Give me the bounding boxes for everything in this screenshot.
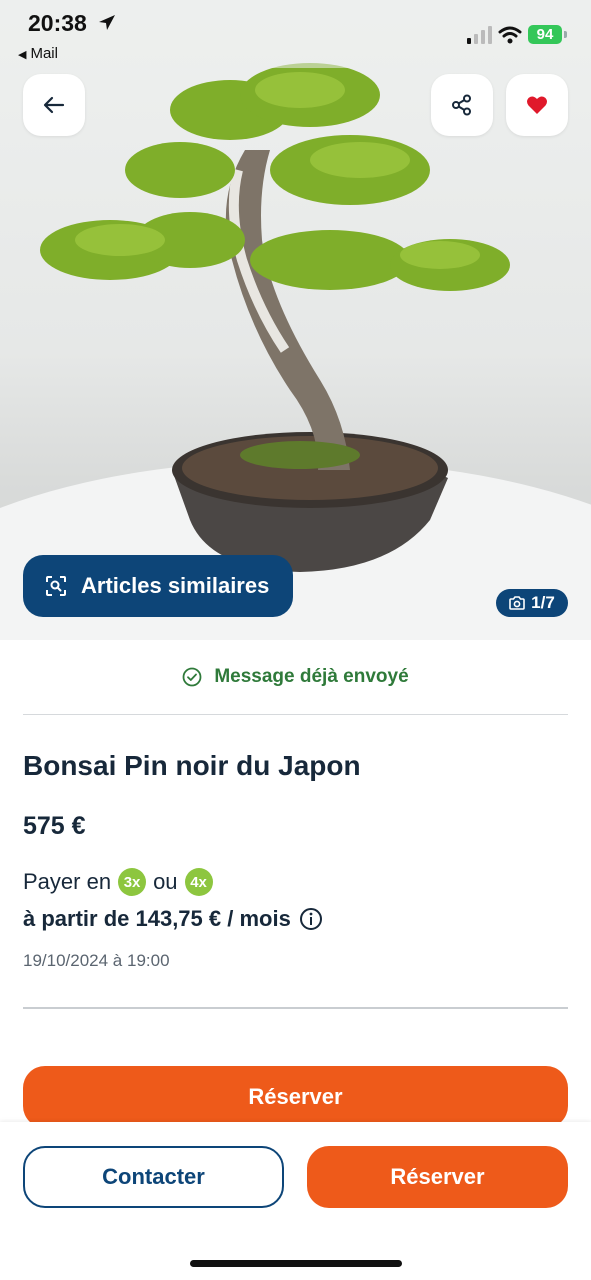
battery-cap: [564, 31, 567, 38]
back-app-label: Mail: [30, 45, 58, 62]
installment-3x-badge: 3x: [118, 868, 147, 896]
photo-counter-label: 1/7: [531, 593, 555, 612]
message-sent-status: Message déjà envoyé: [0, 660, 591, 694]
installment-4x-badge: 4x: [184, 868, 213, 896]
camera-icon: [509, 596, 525, 610]
monthly-price: à partir de 143,75 € / mois: [23, 906, 323, 932]
product-photo[interactable]: 20:38 ◀ Mail 94 Articles similaires 1/7: [0, 0, 591, 640]
back-triangle-icon: ◀: [18, 49, 27, 61]
favorite-button[interactable]: [506, 74, 568, 136]
status-bar: 20:38 ◀ Mail 94: [0, 0, 591, 68]
back-button[interactable]: [23, 74, 85, 136]
arrow-left-icon: [43, 96, 65, 114]
wifi-icon: [498, 26, 522, 44]
share-button[interactable]: [431, 74, 493, 136]
bonsai-image: [0, 63, 591, 640]
contact-button[interactable]: Contacter: [23, 1146, 284, 1208]
message-sent-label: Message déjà envoyé: [214, 666, 409, 687]
divider: [23, 714, 568, 715]
similar-articles-button[interactable]: Articles similaires: [23, 555, 293, 617]
similar-articles-label: Articles similaires: [81, 573, 270, 598]
location-arrow-icon: [99, 15, 115, 30]
monthly-price-label: à partir de 143,75 € / mois: [23, 906, 291, 931]
pay-prefix: Payer en: [23, 869, 112, 894]
photo-counter: 1/7: [496, 589, 568, 617]
signal-icon: [467, 26, 492, 44]
reserve-button[interactable]: Réserver: [23, 1066, 568, 1128]
back-to-app-link[interactable]: ◀ Mail: [18, 45, 58, 62]
footer-reserve-button[interactable]: Réserver: [307, 1146, 568, 1208]
info-icon[interactable]: [299, 907, 323, 931]
share-icon: [452, 94, 471, 116]
pay-or: ou: [153, 869, 178, 894]
listing-date: 19/10/2024 à 19:00: [23, 951, 170, 970]
check-circle-icon: [182, 667, 202, 687]
sticky-footer: Contacter Réserver: [0, 1122, 591, 1280]
visual-search-icon: [45, 575, 67, 597]
status-time: 20:38: [28, 10, 87, 36]
battery-indicator: 94: [528, 25, 562, 44]
heart-icon: [527, 96, 547, 114]
product-title: Bonsai Pin noir du Japon: [23, 750, 361, 781]
home-indicator[interactable]: [190, 1260, 402, 1267]
installment-options: Payer en 3x ou 4x: [23, 868, 220, 896]
product-price: 575 €: [23, 812, 86, 840]
divider: [23, 1007, 568, 1009]
